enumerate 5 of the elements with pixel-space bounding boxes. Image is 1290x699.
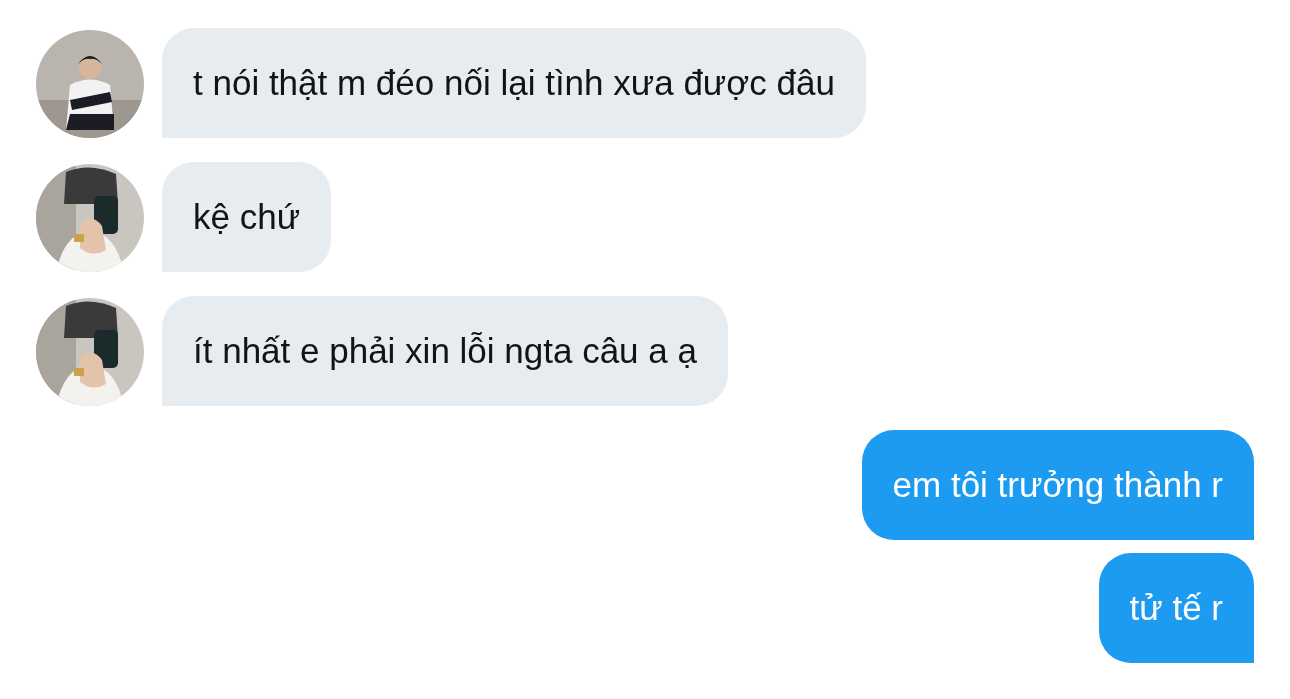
sent-message: em tôi trưởng thành r xyxy=(861,430,1254,540)
sent-message: tử tế r xyxy=(1098,553,1254,663)
received-message: t nói thật m đéo nối lại tình xưa được đâu xyxy=(162,28,866,138)
received-message: ít nhất e phải xin lỗi ngta câu a ạ xyxy=(162,296,728,406)
received-message: kệ chứ xyxy=(162,162,332,272)
